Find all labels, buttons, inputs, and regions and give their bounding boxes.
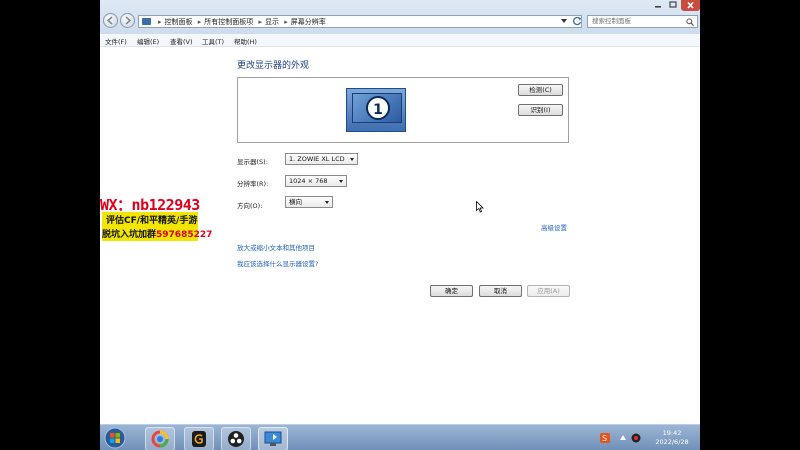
menu-edit[interactable]: 编辑(E) <box>137 36 159 46</box>
taskbar-browser[interactable] <box>145 427 175 450</box>
orientation-select[interactable]: 横向 <box>285 196 333 208</box>
security-shield-icon[interactable] <box>631 433 641 443</box>
system-clock[interactable]: 19:42 2022/6/28 <box>646 429 698 447</box>
svg-text:S: S <box>602 434 607 443</box>
minimize-button[interactable] <box>651 0 665 11</box>
mouse-cursor-icon <box>476 201 484 213</box>
breadcrumb-item[interactable]: 控制面板 <box>165 18 193 26</box>
monitor-1-thumbnail[interactable]: 1 <box>346 88 406 132</box>
chevron-down-icon <box>350 158 354 161</box>
refresh-icon <box>573 16 582 26</box>
promo-group: 脱坑入坑加群597685227 <box>102 227 212 240</box>
identify-button[interactable]: 识别(I) <box>518 104 563 116</box>
close-button[interactable] <box>681 0 700 11</box>
promo-overlay: WX：nb122943 评估CF/和平精英/手游 脱坑入坑加群597685227 <box>100 192 212 242</box>
detect-button[interactable]: 检测(C) <box>518 84 563 96</box>
menu-tools[interactable]: 工具(T) <box>202 36 224 46</box>
taskbar-app-2[interactable] <box>184 427 214 450</box>
control-panel-icon <box>142 18 151 25</box>
refresh-button[interactable] <box>571 15 583 28</box>
search-icon[interactable] <box>686 18 694 26</box>
maximize-icon <box>669 1 677 8</box>
monitor-number-badge: 1 <box>366 96 390 120</box>
forward-arrow-icon <box>125 16 132 25</box>
clock-date: 2022/6/28 <box>655 438 689 446</box>
input-method-icon[interactable]: S <box>600 433 610 443</box>
advanced-settings-link[interactable]: 高级设置 <box>541 222 567 232</box>
display-select-value: 1. ZOWIE XL LCD <box>289 155 345 163</box>
orientation-label: 方向(O): <box>237 202 263 210</box>
forward-button[interactable] <box>120 13 135 28</box>
cancel-button[interactable]: 取消 <box>479 285 522 297</box>
menu-file[interactable]: 文件(F) <box>105 36 127 46</box>
taskbar: S 19:42 2022/6/28 <box>100 424 700 450</box>
display-settings-icon <box>264 431 282 446</box>
address-bar[interactable]: ▸ 控制面板 ▸ 所有控制面板项 ▸ 显示 ▸ 屏幕分辨率 <box>138 15 582 28</box>
breadcrumb: ▸ 控制面板 ▸ 所有控制面板项 ▸ 显示 ▸ 屏幕分辨率 <box>158 18 326 26</box>
start-button[interactable] <box>104 427 128 449</box>
minimize-icon <box>655 6 661 8</box>
clock-time: 19:42 <box>662 429 682 437</box>
breadcrumb-item[interactable]: 屏幕分辨率 <box>291 18 326 26</box>
promo-group-text: 脱坑入坑加群 <box>102 230 157 240</box>
menu-view[interactable]: 查看(V) <box>170 36 193 46</box>
resolution-select-value: 1024 × 768 <box>289 177 328 185</box>
which-settings-link[interactable]: 我应该选择什么显示器设置? <box>237 258 318 268</box>
browser-icon <box>151 430 169 448</box>
back-button[interactable] <box>103 13 118 28</box>
tray-expand-icon[interactable] <box>620 435 626 440</box>
promo-services: 评估CF/和平精英/手游 <box>106 216 198 226</box>
window-titlebar: ▸ 控制面板 ▸ 所有控制面板项 ▸ 显示 ▸ 屏幕分辨率 <box>100 0 700 34</box>
orientation-select-value: 横向 <box>289 198 302 206</box>
ok-button[interactable]: 确定 <box>430 285 473 297</box>
taskbar-obs[interactable] <box>221 427 251 450</box>
address-dropdown-icon[interactable] <box>561 19 567 24</box>
back-arrow-icon <box>106 16 113 25</box>
taskbar-control-panel[interactable] <box>258 427 288 450</box>
search-box <box>587 15 698 28</box>
page-title: 更改显示器的外观 <box>237 61 310 71</box>
promo-group-number: 597685227 <box>156 230 213 240</box>
menu-help[interactable]: 帮助(H) <box>234 36 257 46</box>
close-icon <box>687 1 694 9</box>
apply-button[interactable]: 应用(A) <box>527 285 570 297</box>
chevron-down-icon <box>325 201 329 204</box>
display-label: 显示器(S): <box>237 158 268 166</box>
resolution-label: 分辨率(R): <box>237 180 269 188</box>
monitor-preview-area: 1 检测(C) 识别(I) <box>237 77 569 143</box>
obs-icon <box>228 431 244 447</box>
breadcrumb-item[interactable]: 所有控制面板项 <box>204 18 253 26</box>
resolution-select[interactable]: 1024 × 768 <box>285 175 347 187</box>
windows-start-icon <box>104 427 126 449</box>
breadcrumb-item[interactable]: 显示 <box>265 18 279 26</box>
search-input[interactable] <box>588 16 682 26</box>
maximize-button[interactable] <box>666 0 680 11</box>
display-select[interactable]: 1. ZOWIE XL LCD <box>285 153 358 165</box>
app-g-icon <box>192 431 206 447</box>
menu-bar: 文件(F) 编辑(E) 查看(V) 工具(T) 帮助(H) <box>100 34 700 47</box>
text-size-link[interactable]: 放大或缩小文本和其他项目 <box>237 242 315 252</box>
chevron-down-icon <box>339 180 343 183</box>
